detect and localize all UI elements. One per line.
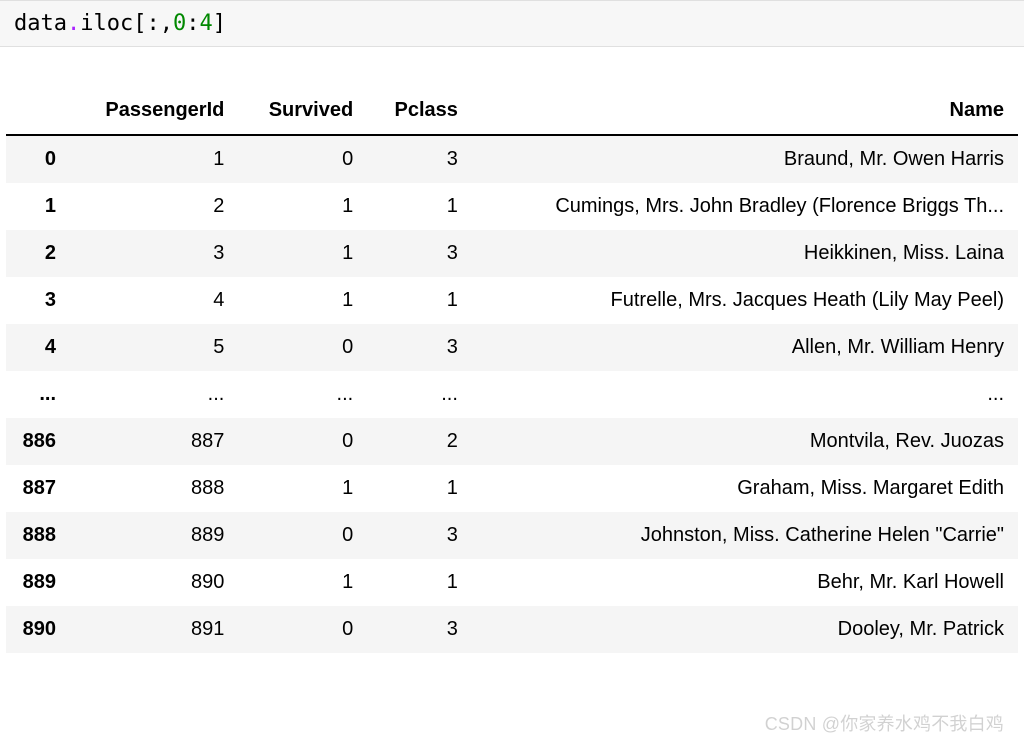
cell-survived: 1	[238, 183, 367, 230]
table-row: 1 2 1 1 Cumings, Mrs. John Bradley (Flor…	[6, 183, 1018, 230]
table-row: 890 891 0 3 Dooley, Mr. Patrick	[6, 606, 1018, 653]
col-header-name: Name	[472, 87, 1018, 135]
code-token: 0	[173, 11, 186, 36]
row-index: ...	[6, 371, 70, 418]
cell-survived: 0	[238, 418, 367, 465]
cell-passengerid: 5	[70, 324, 238, 371]
cell-name: Graham, Miss. Margaret Edith	[472, 465, 1018, 512]
cell-passengerid: 1	[70, 135, 238, 183]
cell-passengerid: 888	[70, 465, 238, 512]
row-index: 4	[6, 324, 70, 371]
row-index: 886	[6, 418, 70, 465]
cell-pclass: 1	[367, 465, 472, 512]
cell-pclass: 1	[367, 183, 472, 230]
code-token: ,	[160, 11, 173, 36]
table-row: 886 887 0 2 Montvila, Rev. Juozas	[6, 418, 1018, 465]
cell-survived: 1	[238, 559, 367, 606]
row-index: 3	[6, 277, 70, 324]
cell-survived: 1	[238, 465, 367, 512]
watermark-text: CSDN @你家养水鸡不我白鸡	[765, 710, 1004, 736]
row-index: 889	[6, 559, 70, 606]
col-header-passengerid: PassengerId	[70, 87, 238, 135]
cell-name: Cumings, Mrs. John Bradley (Florence Bri…	[472, 183, 1018, 230]
cell-name: Johnston, Miss. Catherine Helen "Carrie"	[472, 512, 1018, 559]
cell-pclass: 3	[367, 135, 472, 183]
code-token: :	[186, 11, 199, 36]
cell-pclass: 1	[367, 277, 472, 324]
row-index: 1	[6, 183, 70, 230]
cell-name: Braund, Mr. Owen Harris	[472, 135, 1018, 183]
cell-name: Behr, Mr. Karl Howell	[472, 559, 1018, 606]
output-area: PassengerId Survived Pclass Name 0 1 0 3…	[0, 47, 1024, 653]
table-row: 3 4 1 1 Futrelle, Mrs. Jacques Heath (Li…	[6, 277, 1018, 324]
col-header-survived: Survived	[238, 87, 367, 135]
row-index: 890	[6, 606, 70, 653]
cell-name: Heikkinen, Miss. Laina	[472, 230, 1018, 277]
cell-passengerid: 3	[70, 230, 238, 277]
dataframe-table: PassengerId Survived Pclass Name 0 1 0 3…	[6, 87, 1018, 653]
cell-name: Dooley, Mr. Patrick	[472, 606, 1018, 653]
cell-pclass: 2	[367, 418, 472, 465]
cell-survived: 0	[238, 512, 367, 559]
cell-passengerid: 2	[70, 183, 238, 230]
code-token: :	[146, 11, 159, 36]
cell-passengerid: 890	[70, 559, 238, 606]
notebook-cell: data.iloc[:,0:4] PassengerId Survived Pc…	[0, 0, 1024, 673]
table-row: 888 889 0 3 Johnston, Miss. Catherine He…	[6, 512, 1018, 559]
cell-pclass: 1	[367, 559, 472, 606]
index-header	[6, 87, 70, 135]
col-header-pclass: Pclass	[367, 87, 472, 135]
cell-survived: ...	[238, 371, 367, 418]
cell-survived: 0	[238, 324, 367, 371]
code-token: .	[67, 11, 80, 36]
cell-name: Allen, Mr. William Henry	[472, 324, 1018, 371]
cell-pclass: 3	[367, 606, 472, 653]
cell-passengerid: ...	[70, 371, 238, 418]
cell-pclass: 3	[367, 512, 472, 559]
cell-name: Futrelle, Mrs. Jacques Heath (Lily May P…	[472, 277, 1018, 324]
table-row: 0 1 0 3 Braund, Mr. Owen Harris	[6, 135, 1018, 183]
cell-passengerid: 891	[70, 606, 238, 653]
code-token: [	[133, 11, 146, 36]
code-input[interactable]: data.iloc[:,0:4]	[0, 0, 1024, 47]
cell-survived: 0	[238, 606, 367, 653]
code-token: ]	[213, 11, 226, 36]
cell-pclass: ...	[367, 371, 472, 418]
cell-pclass: 3	[367, 230, 472, 277]
row-index: 2	[6, 230, 70, 277]
row-index: 888	[6, 512, 70, 559]
cell-passengerid: 887	[70, 418, 238, 465]
cell-name: Montvila, Rev. Juozas	[472, 418, 1018, 465]
cell-name: ...	[472, 371, 1018, 418]
header-row: PassengerId Survived Pclass Name	[6, 87, 1018, 135]
table-row: 2 3 1 3 Heikkinen, Miss. Laina	[6, 230, 1018, 277]
table-row: 4 5 0 3 Allen, Mr. William Henry	[6, 324, 1018, 371]
cell-passengerid: 889	[70, 512, 238, 559]
table-row: 887 888 1 1 Graham, Miss. Margaret Edith	[6, 465, 1018, 512]
cell-passengerid: 4	[70, 277, 238, 324]
row-index: 887	[6, 465, 70, 512]
cell-survived: 1	[238, 277, 367, 324]
cell-survived: 0	[238, 135, 367, 183]
code-token: iloc	[80, 11, 133, 36]
cell-survived: 1	[238, 230, 367, 277]
table-row: 889 890 1 1 Behr, Mr. Karl Howell	[6, 559, 1018, 606]
row-index: 0	[6, 135, 70, 183]
cell-pclass: 3	[367, 324, 472, 371]
code-token: 4	[199, 11, 212, 36]
code-token: data	[14, 11, 67, 36]
ellipsis-row: ... ... ... ... ...	[6, 371, 1018, 418]
